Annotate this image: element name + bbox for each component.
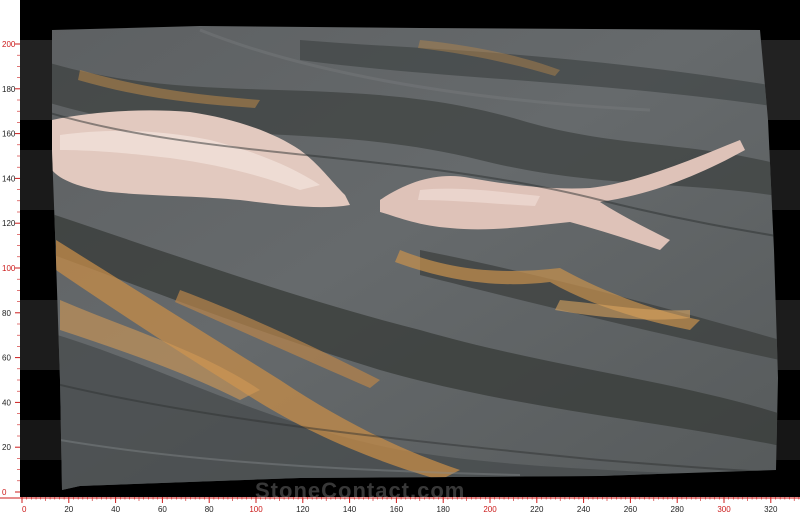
ruler-bottom-label: 240 (577, 505, 591, 514)
ruler-bottom-label: 280 (671, 505, 685, 514)
ruler-bottom-label: 200 (483, 505, 497, 514)
ruler-bottom-label: 260 (624, 505, 638, 514)
ruler-bottom-label: 220 (530, 505, 544, 514)
ruler-bottom-label: 20 (64, 505, 73, 514)
watermark: StoneContact.com (255, 478, 466, 503)
ruler-left-label: 180 (2, 85, 16, 94)
ruler-bottom-label: 160 (390, 505, 404, 514)
ruler-bottom-label: 100 (249, 505, 263, 514)
ruler-bottom-label: 120 (296, 505, 310, 514)
ruler-left-label: 60 (2, 354, 11, 363)
ruler-bottom-label: 300 (717, 505, 731, 514)
ruler-bottom-label: 0 (22, 505, 27, 514)
ruler-left-label: 140 (2, 174, 16, 183)
ruler-bottom-label: 180 (437, 505, 451, 514)
ruler-left-label: 0 (2, 488, 7, 497)
ruler-left-label: 160 (2, 130, 16, 139)
ruler-bottom-label: 140 (343, 505, 357, 514)
ruler-bottom-label: 320 (764, 505, 778, 514)
granite-slab (52, 26, 778, 490)
ruler-left-label: 20 (2, 443, 11, 452)
ruler-left-label: 120 (2, 219, 16, 228)
ruler-left: 200180160140120100806040200 (0, 0, 20, 497)
ruler-left-label: 40 (2, 398, 11, 407)
ruler-left-label: 100 (2, 264, 16, 273)
ruler-bottom-label: 40 (111, 505, 120, 514)
ruler-bottom-label: 60 (158, 505, 167, 514)
ruler-left-label: 80 (2, 309, 11, 318)
ruler-bottom-label: 80 (205, 505, 214, 514)
ruler-left-label: 200 (2, 40, 16, 49)
